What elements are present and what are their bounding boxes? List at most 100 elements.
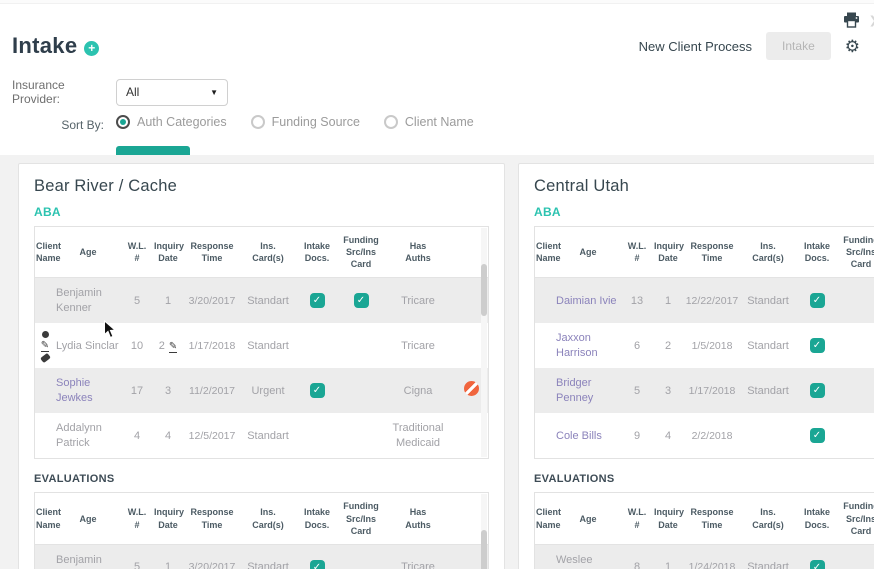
column-header: Client Name [536, 507, 562, 530]
ins-card-cell: ✓ [295, 291, 339, 310]
waitlist-number-cell: 1 [164, 560, 172, 569]
scrollbar-thumb[interactable] [481, 530, 487, 569]
response-time-cell: Standart [247, 560, 289, 569]
intake-docs-cell: ✓ [339, 291, 383, 310]
column-header: Intake Docs. [303, 507, 330, 530]
column-header: Inquiry Date [654, 507, 685, 530]
checked-checkbox-icon[interactable]: ✓ [309, 293, 325, 309]
radio-unselected-icon[interactable] [250, 115, 265, 129]
column-header: Inquiry Date [154, 507, 185, 530]
inquiry-date-cell: 1/17/2018 [188, 339, 236, 352]
checked-checkbox-icon[interactable]: ✓ [809, 338, 825, 354]
add-intake-icon[interactable]: + [84, 40, 100, 56]
client-name-link[interactable]: Daimian Ivie [556, 295, 617, 307]
ins-card-cell [295, 434, 339, 438]
column-header: Age [579, 513, 597, 524]
chevron-icon[interactable]: ❯ [869, 14, 874, 27]
column-header: Inquiry Date [654, 241, 685, 264]
page-header: Intake + New Client Process Intake ⚙ [0, 28, 874, 60]
table-row[interactable]: Jaxxon Harrison 6 2 1/5/2018 Standart ✓ [535, 323, 874, 368]
table-row[interactable]: Daimian Ivie 13 1 12/22/2017 Standart ✓ [535, 278, 874, 324]
checked-checkbox-icon[interactable]: ✓ [809, 293, 825, 309]
age-cell: 17 [130, 384, 144, 397]
circle-icon[interactable] [41, 330, 49, 338]
table-row[interactable]: Bridger Penney 5 3 1/17/2018 Standart ✓ [535, 368, 874, 414]
column-header: Has Auths [405, 241, 431, 264]
sort-option[interactable]: Funding Source [250, 115, 360, 129]
response-time-cell: Standart [747, 384, 789, 397]
table-row[interactable]: Sophie Jewkes 17 3 11/2/2017 Urgent ✓ Cigna [35, 368, 488, 414]
tag-icon[interactable] [39, 352, 51, 364]
intake-docs-cell [839, 344, 874, 348]
pencil-edit-icon[interactable]: ✎ [168, 341, 178, 353]
age-cell: 9 [633, 429, 641, 442]
insurance-provider-select[interactable]: All ▼ [116, 78, 228, 106]
ins-card-cell: ✓ [795, 426, 839, 445]
intake-docs-cell [339, 434, 383, 438]
checked-checkbox-icon[interactable]: ✓ [353, 293, 369, 309]
client-name-link[interactable]: Cole Bills [556, 430, 602, 442]
client-name-link[interactable]: Benjamin Kenner [56, 554, 102, 569]
table-row[interactable]: Benjamin Kenner 5 1 3/20/2017 Standart ✓ ✓ Tric… [35, 278, 488, 324]
pencil-icon[interactable]: ✎ [40, 340, 50, 352]
column-header: Funding Src/Ins Card [343, 501, 379, 536]
column-header: Ins. Card(s) [252, 507, 284, 530]
client-name-link[interactable]: Weslee Backus [556, 554, 592, 569]
no-auths-blocked-icon [464, 381, 479, 396]
table-row[interactable]: Weslee Backus 8 1 1/24/2018 Standart ✓ [535, 544, 874, 569]
sort-option[interactable]: Client Name [383, 115, 474, 129]
intake-docs-cell [839, 299, 874, 303]
checked-checkbox-icon[interactable]: ✓ [309, 383, 325, 399]
inquiry-date-cell: 2/2/2018 [691, 429, 733, 442]
checked-checkbox-icon[interactable]: ✓ [309, 559, 325, 569]
waitlist-number-cell: 3 [664, 384, 672, 397]
waitlist-number-cell: 1 [664, 294, 672, 307]
checked-checkbox-icon[interactable]: ✓ [809, 383, 825, 399]
client-name-link[interactable]: Addalynn Patrick [56, 422, 102, 449]
table-row[interactable]: ✎ Lydia Sinclar 10 2 ✎ 1/17/2018 Standart Trica… [35, 323, 488, 368]
column-header: Response Time [690, 507, 734, 530]
sort-by-label: Sort By: [61, 117, 104, 132]
column-header: Intake Docs. [803, 241, 830, 264]
header-actions: New Client Process Intake ⚙ [639, 32, 860, 60]
intake-docs-cell [339, 344, 383, 348]
sort-option-label: Auth Categories [137, 115, 227, 129]
response-time-cell: Standart [747, 560, 789, 569]
sort-options: Auth Categories Funding Source Client Name [116, 115, 498, 134]
client-name-link[interactable]: Lydia Sinclar [56, 340, 119, 352]
sort-option[interactable]: Auth Categories [116, 115, 227, 129]
column-header: W.L. # [127, 241, 147, 264]
client-name-cell: Cole Bills [555, 427, 621, 446]
print-icon[interactable] [843, 12, 860, 28]
settings-gear-icon[interactable]: ⚙ [845, 38, 860, 55]
column-header: W.L. # [627, 507, 647, 530]
page-title-text: Intake [12, 33, 78, 58]
sort-option-label: Funding Source [271, 115, 360, 129]
client-name-link[interactable]: Jaxxon Harrison [556, 332, 598, 359]
aba-table: Client Name Age W.L. # Inquiry Date Response… [34, 226, 489, 460]
waitlist-number-cell: 4 [664, 429, 672, 442]
topbar: ❯ [0, 4, 874, 28]
age-cell: 8 [633, 560, 641, 569]
column-header: W.L. # [627, 241, 647, 264]
table-scrollbar[interactable] [481, 228, 487, 458]
checked-checkbox-icon[interactable]: ✓ [809, 559, 825, 569]
table-row[interactable]: Addalynn Patrick 4 4 12/5/2017 Standart Tradi… [35, 413, 488, 458]
column-header: Has Auths [405, 507, 431, 530]
table-row[interactable]: Cole Bills 9 4 2/2/2018 ✓ [535, 413, 874, 458]
client-name-link[interactable]: Benjamin Kenner [56, 287, 102, 314]
table-scrollbar[interactable] [481, 494, 487, 569]
client-name-link[interactable]: Bridger Penney [556, 377, 593, 404]
scrollbar-thumb[interactable] [481, 264, 487, 316]
radio-unselected-icon[interactable] [383, 115, 398, 129]
intake-docs-cell [839, 565, 874, 569]
table-row[interactable]: Benjamin Kenner 5 1 3/20/2017 Standart ✓ Trica… [35, 544, 488, 569]
radio-selected-icon[interactable] [116, 115, 130, 129]
column-header: Client Name [36, 507, 62, 530]
section-label-evaluations: EVALUATIONS [34, 473, 115, 486]
checked-checkbox-icon[interactable]: ✓ [809, 428, 825, 444]
intake-toggle-button[interactable]: Intake [766, 32, 831, 60]
column-header: Response Time [690, 241, 734, 264]
age-cell: 4 [133, 429, 141, 442]
client-name-link[interactable]: Sophie Jewkes [56, 377, 93, 404]
